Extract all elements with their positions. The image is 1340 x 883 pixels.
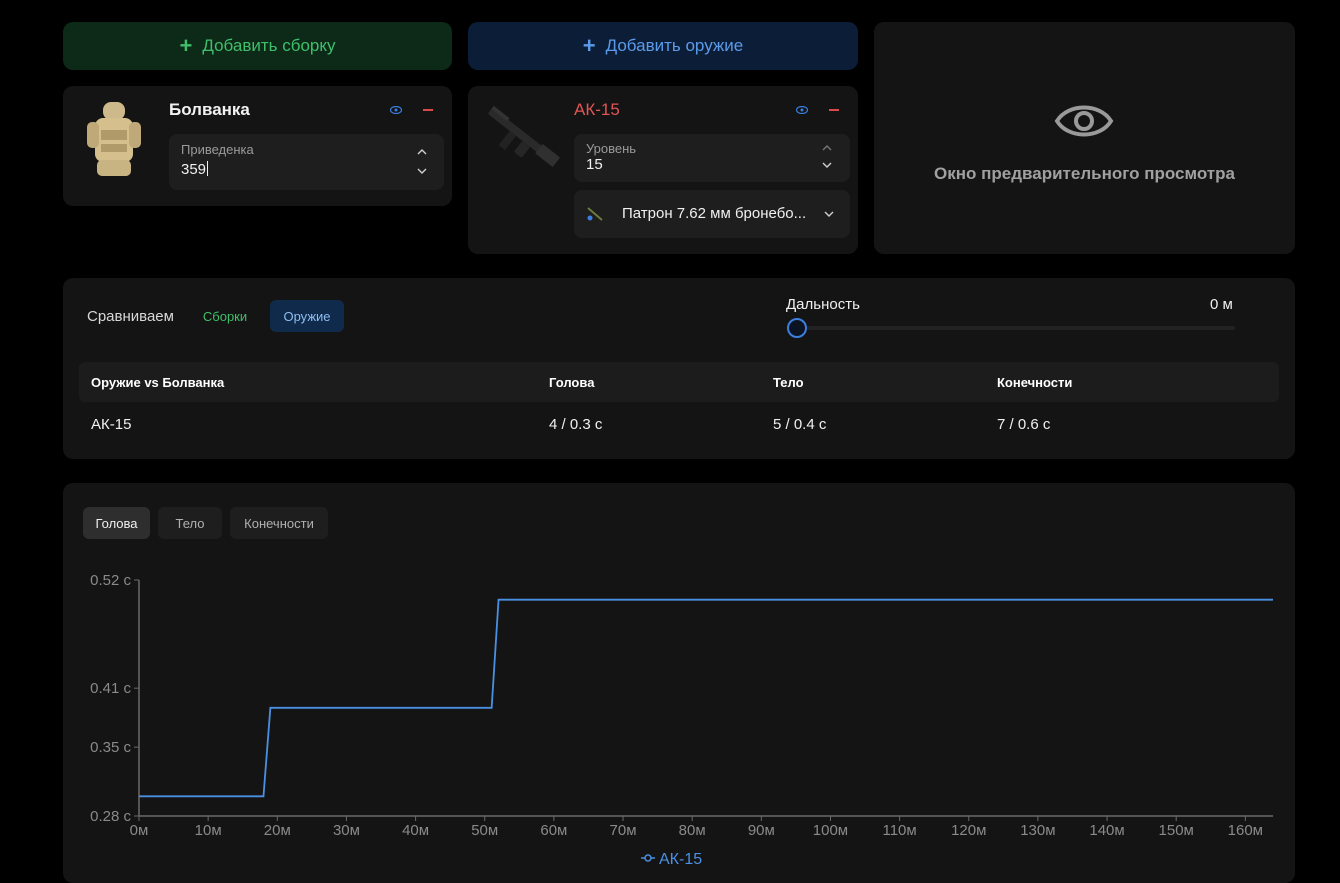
level-field[interactable]: Уровень 15: [574, 134, 850, 182]
preview-panel: Окно предварительного просмотра: [874, 22, 1295, 254]
header-weapon-vs: Оружие vs Болванка: [91, 375, 225, 390]
weapon-image: [488, 105, 561, 168]
x-tick-label: 80м: [679, 822, 706, 839]
table-header: Оружие vs Болванка Голова Тело Конечност…: [79, 362, 1279, 402]
table-row[interactable]: АК-15 4 / 0.3 с 5 / 0.4 с 7 / 0.6 с: [79, 402, 1279, 448]
plus-icon: +: [582, 33, 596, 58]
chevron-up-icon[interactable]: [822, 145, 832, 151]
range-slider-handle[interactable]: [787, 318, 807, 338]
power-field[interactable]: Приведенка 359: [169, 134, 444, 190]
legend-marker: [644, 854, 652, 862]
chevron-down-icon[interactable]: [822, 162, 832, 168]
preview-text: Окно предварительного просмотра: [934, 164, 1235, 183]
y-tick-label: 0.28 с: [90, 808, 131, 825]
add-weapon-button[interactable]: + Добавить оружие: [468, 22, 858, 70]
range-slider-track[interactable]: [796, 326, 1235, 330]
x-tick-label: 40м: [402, 822, 429, 839]
power-value[interactable]: 359: [181, 161, 209, 178]
ammo-value: Патрон 7.62 мм бронебо...: [622, 205, 807, 222]
header-head: Голова: [549, 375, 595, 390]
armor-image: [87, 102, 141, 176]
x-tick-label: 50м: [471, 822, 498, 839]
build-title: Болванка: [169, 100, 250, 119]
cell-weapon: АК-15: [91, 416, 132, 433]
time-chart: 0.52 с 0.41 с 0.35 с 0.28 с0м 10м 20м 30м 40м 50…: [90, 572, 1273, 868]
x-tick-label: 20м: [264, 822, 291, 839]
level-value: 15: [586, 156, 603, 173]
power-label: Приведенка: [181, 142, 254, 157]
ammo-icon: [587, 207, 603, 221]
ammo-select[interactable]: Патрон 7.62 мм бронебо...: [574, 190, 850, 238]
x-tick-label: 70м: [610, 822, 637, 839]
plus-icon: +: [179, 33, 193, 58]
series-line: [139, 598, 1273, 798]
x-tick-label: 130м: [1020, 822, 1055, 839]
x-tick-label: 10м: [195, 822, 222, 839]
y-tick-label: 0.35 с: [90, 739, 131, 756]
header-body: Тело: [773, 375, 804, 390]
legend-label: АК-15: [659, 851, 702, 868]
add-weapon-label: Добавить оружие: [605, 36, 744, 55]
chevron-up-icon[interactable]: [417, 149, 427, 155]
range-value: 0 м: [1210, 296, 1233, 313]
eye-icon[interactable]: [796, 106, 808, 114]
chart-panel: Голова Тело Конечности 0.52 с 0.41 с 0.35 …: [63, 483, 1295, 883]
cell-body: 5 / 0.4 с: [773, 416, 827, 433]
add-build-button[interactable]: + Добавить сборку: [63, 22, 452, 70]
cell-head: 4 / 0.3 с: [549, 416, 603, 433]
eye-icon: [1054, 105, 1114, 137]
x-tick-label: 140м: [1089, 822, 1124, 839]
eye-icon[interactable]: [390, 106, 402, 114]
level-label: Уровень: [586, 141, 637, 156]
compare-builds-toggle[interactable]: Сборки: [193, 300, 257, 332]
y-tick-label: 0.41 с: [90, 680, 131, 697]
weapon-card: АК-15 Уровень 15 Патрон 7.62 мм бронебо.…: [468, 86, 858, 254]
x-tick-label: 90м: [748, 822, 775, 839]
header-limbs: Конечности: [997, 375, 1073, 390]
add-build-label: Добавить сборку: [202, 36, 336, 55]
x-tick-label: 120м: [951, 822, 986, 839]
range-label: Дальность: [786, 296, 860, 313]
x-tick-label: 160м: [1228, 822, 1263, 839]
weapon-title: АК-15: [574, 100, 620, 119]
remove-weapon-icon[interactable]: [829, 109, 839, 111]
x-tick-label: 150м: [1159, 822, 1194, 839]
remove-build-icon[interactable]: [423, 109, 433, 111]
comparison-panel: Сравниваем Сборки Оружие Дальность 0 м О…: [63, 278, 1295, 459]
chevron-down-icon[interactable]: [417, 168, 427, 174]
y-tick-label: 0.52 с: [90, 572, 131, 589]
x-tick-label: 100м: [813, 822, 848, 839]
chevron-down-icon: [824, 211, 834, 217]
x-tick-label: 60м: [540, 822, 567, 839]
cell-limbs: 7 / 0.6 с: [997, 416, 1051, 433]
x-tick-label: 30м: [333, 822, 360, 839]
compare-weapons-toggle[interactable]: Оружие: [270, 300, 344, 332]
x-tick-label: 0м: [130, 822, 149, 839]
build-card: Болванка Приведенка 359: [63, 86, 452, 206]
compare-label: Сравниваем: [87, 308, 174, 325]
x-tick-label: 110м: [882, 822, 916, 839]
